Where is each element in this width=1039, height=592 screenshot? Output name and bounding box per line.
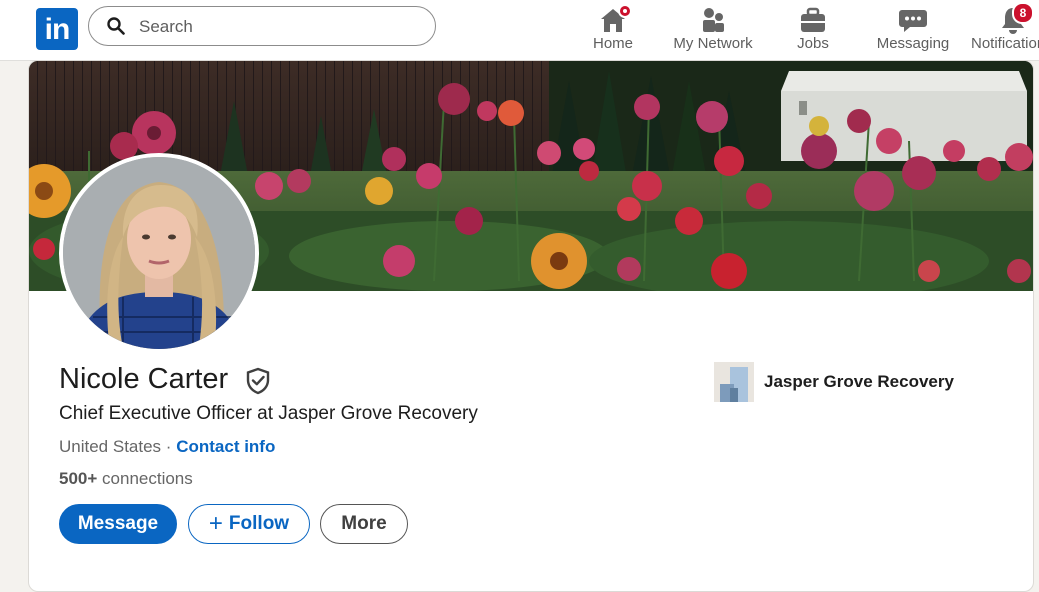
nav-item-my-network[interactable]: My Network	[668, 0, 758, 60]
follow-button-label: Follow	[228, 513, 290, 534]
briefcase-icon	[798, 6, 828, 34]
search-icon	[107, 17, 125, 35]
follow-button[interactable]: + Follow	[188, 504, 310, 544]
verified-shield-icon[interactable]	[245, 367, 271, 395]
location-text: United States	[59, 437, 162, 456]
nav-item-label: Jobs	[797, 35, 829, 52]
profile-name: Nicole Carter	[59, 363, 229, 395]
company-name: Jasper Grove Recovery	[764, 372, 954, 391]
profile-photo-image	[63, 157, 255, 349]
separator-dot: ·	[165, 437, 172, 456]
message-button[interactable]: Message	[59, 504, 177, 544]
connections-label: connections	[102, 469, 193, 488]
message-button-label: Message	[77, 513, 159, 534]
connections-count: 500+	[59, 469, 98, 488]
nav-item-jobs[interactable]: Jobs	[788, 0, 838, 60]
connections-link[interactable]: 500+ connections	[59, 469, 193, 489]
profile-headline: Chief Executive Officer at Jasper Grove …	[59, 403, 478, 424]
bell-icon: 8	[998, 2, 1034, 34]
nav-item-label: Notifications	[971, 35, 1039, 52]
more-button-label: More	[341, 513, 387, 534]
notification-count-badge: 8	[1012, 2, 1034, 24]
profile-location-row: United States · Contact info	[59, 437, 275, 457]
home-icon	[598, 4, 632, 34]
top-navigation-bar: in Home My Network	[0, 0, 1039, 61]
nav-item-home[interactable]: Home	[584, 0, 642, 60]
home-notification-dot	[618, 4, 632, 18]
profile-card: Nicole Carter Chief Executive Officer at…	[28, 60, 1034, 592]
linkedin-logo-icon[interactable]: in	[36, 8, 78, 50]
company-logo-icon	[714, 362, 754, 402]
search-input[interactable]	[137, 14, 421, 40]
contact-info-link[interactable]: Contact info	[176, 437, 275, 456]
nav-item-label: My Network	[673, 35, 753, 52]
plus-icon: +	[208, 510, 223, 537]
profile-photo[interactable]	[59, 153, 259, 353]
more-button[interactable]: More	[320, 504, 408, 544]
people-icon	[698, 6, 728, 34]
nav-item-notifications[interactable]: 8 Notifications	[968, 0, 1039, 60]
chat-icon	[898, 6, 928, 34]
nav-item-label: Home	[592, 35, 633, 52]
nav-item-messaging[interactable]: Messaging	[872, 0, 954, 60]
search-box[interactable]	[88, 6, 436, 46]
nav-item-label: Messaging	[876, 35, 950, 52]
